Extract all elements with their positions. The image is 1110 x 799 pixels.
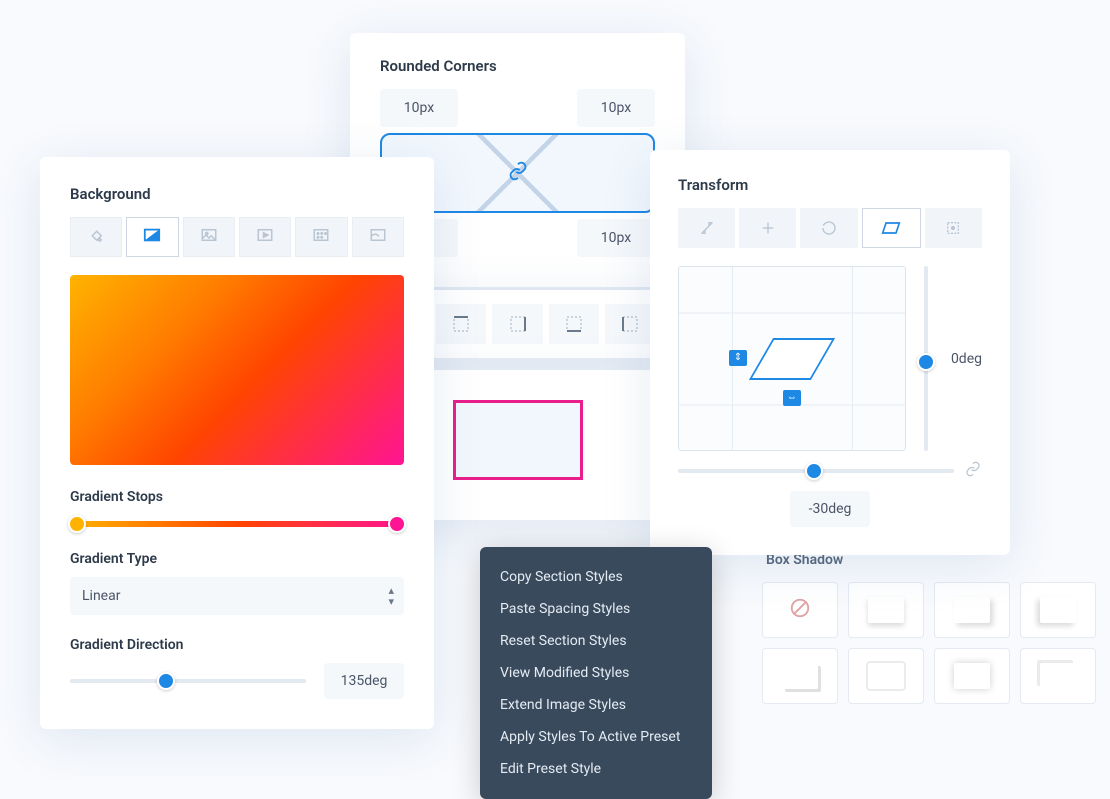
corner-top-left-input[interactable]: 10px	[380, 89, 458, 127]
transform-shape-preview: ⇕ ⇔	[761, 338, 823, 380]
bg-tab-mask[interactable]	[352, 217, 404, 257]
transform-title: Transform	[678, 176, 982, 194]
rounded-corners-title: Rounded Corners	[380, 57, 655, 75]
gradient-preview[interactable]	[70, 275, 404, 465]
box-shadow-option-6[interactable]	[934, 648, 1010, 704]
transform-horizontal-value[interactable]: -30deg	[790, 491, 870, 527]
gradient-stops-label: Gradient Stops	[70, 489, 404, 505]
box-shadow-option-3[interactable]	[1020, 582, 1096, 638]
menu-apply-to-preset[interactable]: Apply Styles To Active Preset	[480, 721, 712, 753]
gradient-stops-section: Gradient Stops	[70, 489, 404, 527]
gradient-direction-row: 135deg	[70, 663, 404, 699]
gradient-stop-start[interactable]	[68, 515, 86, 533]
transform-horizontal-row	[678, 461, 982, 481]
styles-context-menu: Copy Section Styles Paste Spacing Styles…	[480, 547, 712, 799]
gradient-direction-label: Gradient Direction	[70, 637, 404, 653]
transform-tabs	[678, 208, 982, 248]
transform-horizontal-value-row: -30deg	[678, 491, 982, 527]
image-icon	[200, 226, 218, 248]
border-side-top-button[interactable]	[436, 304, 486, 344]
transform-tab-translate[interactable]	[739, 208, 796, 248]
transform-panel: Transform ⇕ ⇔ 0deg -30deg	[650, 150, 1010, 555]
bg-tab-pattern[interactable]	[295, 217, 347, 257]
bg-tab-color[interactable]	[70, 217, 122, 257]
menu-extend-image-styles[interactable]: Extend Image Styles	[480, 689, 712, 721]
background-title: Background	[70, 185, 404, 203]
slider-knob[interactable]	[917, 353, 935, 371]
box-shadow-option-2[interactable]	[934, 582, 1010, 638]
transform-tab-rotate[interactable]	[800, 208, 857, 248]
box-shadow-option-1[interactable]	[848, 582, 924, 638]
border-side-bottom-button[interactable]	[549, 304, 599, 344]
gradient-icon	[143, 226, 161, 248]
border-side-left-button[interactable]	[605, 304, 655, 344]
chevron-updown-icon: ▴▾	[388, 585, 394, 607]
background-tabs	[70, 217, 404, 257]
gradient-stop-end[interactable]	[388, 515, 406, 533]
corner-bottom-right-input[interactable]: 10px	[577, 219, 655, 257]
gradient-stops-track[interactable]	[70, 521, 404, 527]
transform-tab-skew[interactable]	[862, 208, 921, 248]
slider-knob[interactable]	[157, 672, 175, 690]
box-shadow-grid	[762, 582, 1107, 704]
menu-paste-spacing-styles[interactable]: Paste Spacing Styles	[480, 593, 712, 625]
gradient-direction-slider[interactable]	[70, 679, 306, 683]
horizontal-handle-icon[interactable]: ⇔	[783, 390, 801, 406]
transform-canvas[interactable]: ⇕ ⇔	[678, 266, 906, 451]
box-shadow-option-4[interactable]	[762, 648, 838, 704]
menu-view-modified-styles[interactable]: View Modified Styles	[480, 657, 712, 689]
box-shadow-title: Box Shadow	[762, 552, 1107, 582]
none-icon	[789, 597, 811, 623]
link-axes-icon[interactable]	[964, 461, 982, 481]
transform-horizontal-slider[interactable]	[678, 462, 954, 480]
gradient-type-label: Gradient Type	[70, 551, 404, 567]
mask-icon	[369, 226, 387, 248]
menu-reset-section-styles[interactable]: Reset Section Styles	[480, 625, 712, 657]
bg-tab-image[interactable]	[183, 217, 235, 257]
gradient-type-value: Linear	[82, 588, 120, 604]
vertical-handle-icon[interactable]: ⇕	[729, 350, 747, 366]
bg-tab-gradient[interactable]	[126, 217, 178, 257]
slider-knob[interactable]	[805, 462, 823, 480]
box-shadow-option-7[interactable]	[1020, 648, 1096, 704]
bg-tab-video[interactable]	[239, 217, 291, 257]
transform-vertical-value[interactable]: 0deg	[951, 351, 982, 367]
box-shadow-panel: Box Shadow	[762, 530, 1107, 734]
corner-top-right-input[interactable]: 10px	[577, 89, 655, 127]
transform-main: ⇕ ⇔ 0deg	[678, 266, 982, 451]
transform-vertical-slider[interactable]	[918, 266, 935, 451]
border-preview-box[interactable]	[453, 400, 583, 480]
transform-tab-origin[interactable]	[925, 208, 982, 248]
transform-tab-scale[interactable]	[678, 208, 735, 248]
background-panel: Background Gradient Stops Gradient Type …	[40, 157, 434, 729]
gradient-type-select[interactable]: Linear ▴▾	[70, 577, 404, 615]
menu-copy-section-styles[interactable]: Copy Section Styles	[480, 561, 712, 593]
pattern-icon	[312, 226, 330, 248]
gradient-direction-value[interactable]: 135deg	[324, 663, 404, 699]
box-shadow-none-button[interactable]	[762, 582, 838, 638]
box-shadow-option-5[interactable]	[848, 648, 924, 704]
link-icon[interactable]	[508, 161, 528, 185]
menu-edit-preset-style[interactable]: Edit Preset Style	[480, 753, 712, 785]
video-icon	[256, 226, 274, 248]
paint-bucket-icon	[87, 226, 105, 248]
border-side-right-button[interactable]	[492, 304, 542, 344]
